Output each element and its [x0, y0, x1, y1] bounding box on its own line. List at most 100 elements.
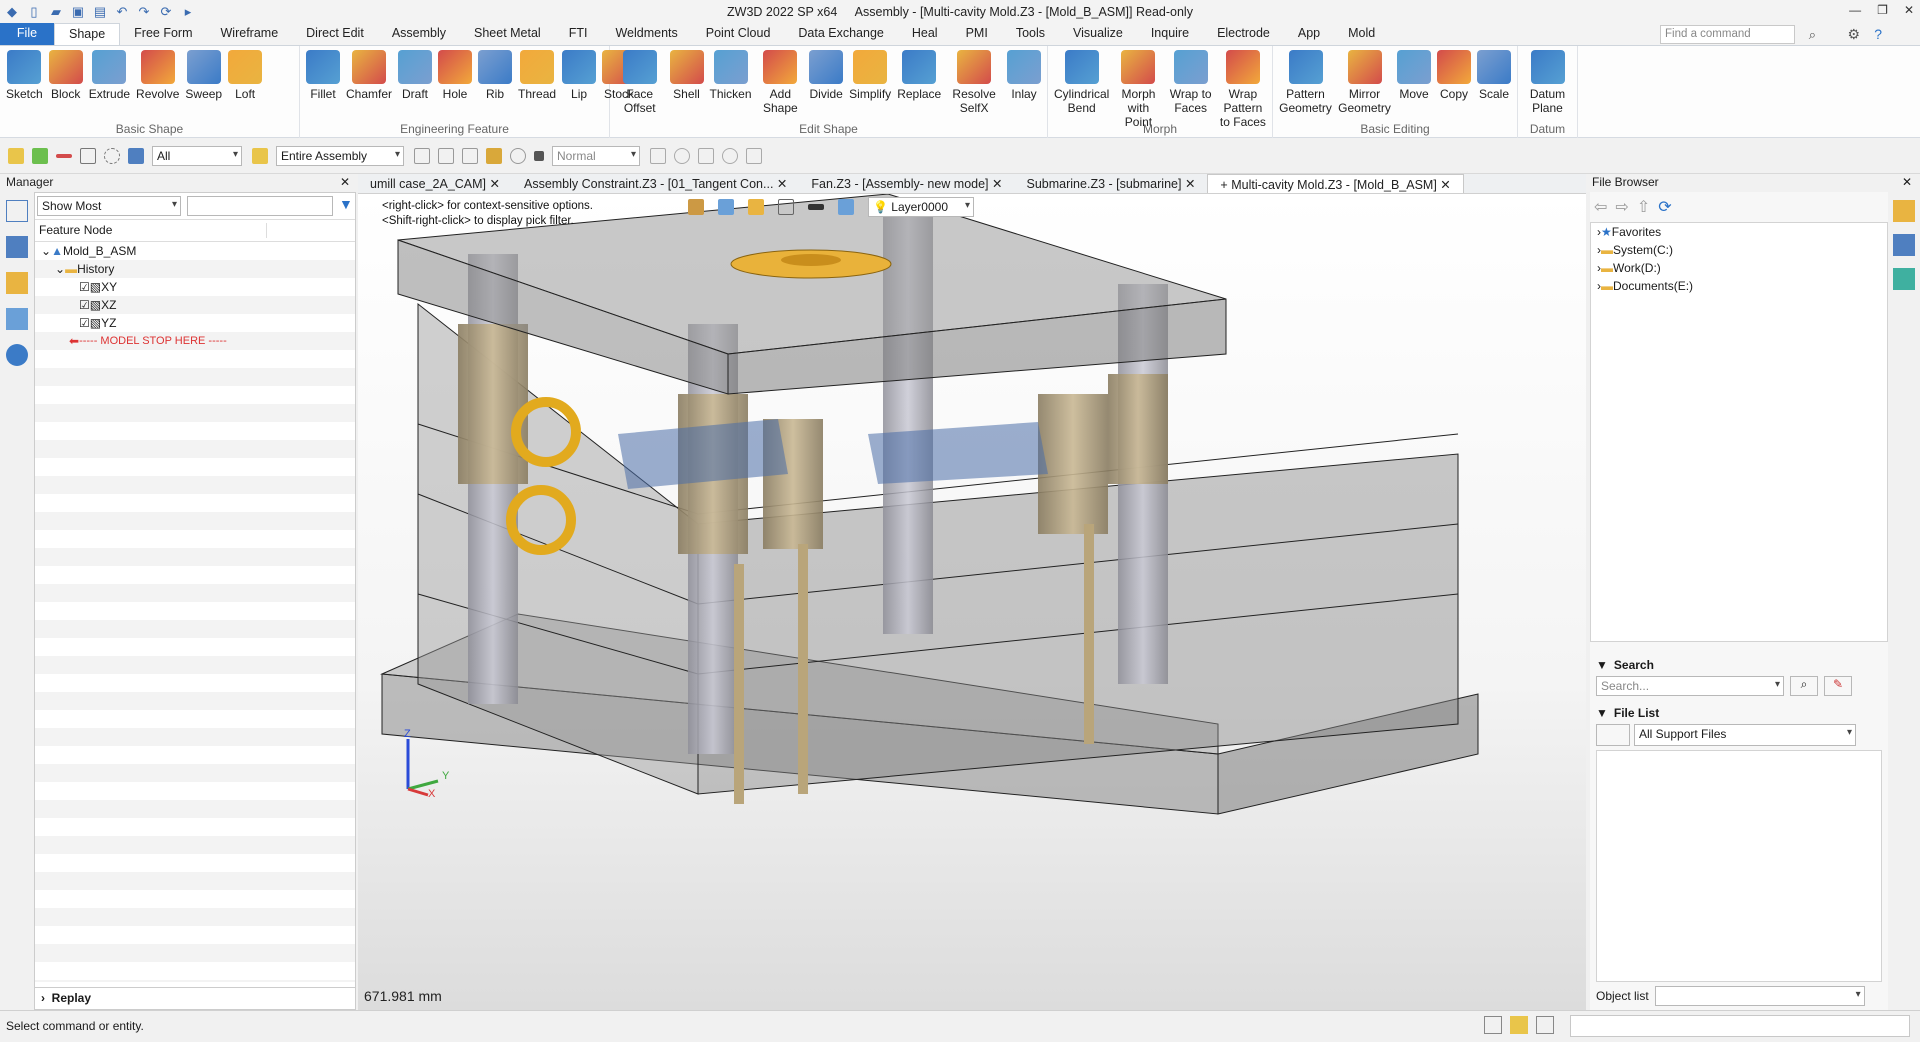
menu-data-exchange[interactable]: Data Exchange	[784, 23, 897, 45]
document-tab[interactable]: Fan.Z3 - [Assembly- new mode] ✕	[799, 174, 1014, 193]
menu-wireframe[interactable]: Wireframe	[207, 23, 293, 45]
menu-inquire[interactable]: Inquire	[1137, 23, 1203, 45]
document-tab[interactable]: Submarine.Z3 - [submarine] ✕	[1015, 174, 1208, 193]
checkbox[interactable]: ☑	[79, 296, 90, 314]
search-go-icon[interactable]: ⌕	[1790, 676, 1818, 696]
menu-direct-edit[interactable]: Direct Edit	[292, 23, 378, 45]
background-icon[interactable]	[838, 199, 854, 215]
tab-close-icon[interactable]: ✕	[1440, 178, 1450, 192]
layout-icon[interactable]	[1484, 1016, 1502, 1034]
checkbox[interactable]: ☑	[79, 314, 90, 332]
open-file-icon[interactable]: ▰	[48, 4, 64, 20]
search-section[interactable]: ▼ Search	[1590, 654, 1888, 676]
3d-viewport[interactable]: <right-click> for context-sensitive opti…	[358, 194, 1586, 1010]
tree-node[interactable]: ☑ ▧ XZ	[35, 296, 355, 314]
menu-electrode[interactable]: Electrode	[1203, 23, 1284, 45]
search-icon[interactable]: ⌕	[1809, 27, 1816, 43]
view-cube-icon[interactable]	[718, 199, 734, 215]
rotate-icon[interactable]: ⟳	[158, 4, 174, 20]
menu-file[interactable]: File	[0, 23, 54, 45]
tab-close-icon[interactable]: ✕	[777, 177, 787, 191]
collapse-icon[interactable]: ⌄	[55, 260, 65, 278]
play-icon[interactable]: ▸	[180, 4, 196, 20]
part-icon[interactable]	[6, 272, 28, 294]
scope-select[interactable]: Entire Assembly	[276, 145, 404, 166]
render-mode-select[interactable]: Normal	[552, 145, 640, 166]
layer-select[interactable]: 💡 Layer0000	[868, 197, 974, 217]
menu-visualize[interactable]: Visualize	[1059, 23, 1137, 45]
tab-close-icon[interactable]: ✕	[1185, 177, 1195, 191]
menu-mold[interactable]: Mold	[1334, 23, 1389, 45]
shading-icon[interactable]	[748, 199, 764, 215]
menu-sheet-metal[interactable]: Sheet Metal	[460, 23, 555, 45]
show-filter-select[interactable]: Show Most	[37, 196, 181, 216]
menu-app[interactable]: App	[1284, 23, 1334, 45]
tree-node[interactable]: ⌄ ▲ Mold_B_ASM	[35, 242, 355, 260]
tree-node[interactable]: ☑ ▧ YZ	[35, 314, 355, 332]
measure-icon[interactable]	[650, 147, 666, 164]
redo-icon[interactable]: ↷	[136, 4, 152, 20]
save-icon[interactable]: ▣	[70, 4, 86, 20]
forward-icon[interactable]: ⇨	[1615, 197, 1628, 217]
minimize-icon[interactable]: —	[1849, 3, 1861, 17]
document-tab[interactable]: + Multi-cavity Mold.Z3 - [Mold_B_ASM] ✕	[1207, 174, 1464, 193]
remove-icon[interactable]	[56, 153, 72, 158]
clear-search-icon[interactable]: ✎	[1824, 676, 1852, 696]
assembly-tree-icon[interactable]	[6, 236, 28, 258]
image-icon[interactable]	[6, 308, 28, 330]
snap-icon[interactable]	[510, 147, 526, 164]
circle-icon[interactable]	[674, 147, 690, 164]
document-tab[interactable]: umill case_2A_CAM] ✕	[358, 174, 512, 193]
status-input[interactable]	[1570, 1015, 1910, 1037]
view-mode-icon[interactable]	[1596, 724, 1630, 746]
replay-bar[interactable]: › Replay	[35, 987, 355, 1009]
mold-assembly-model[interactable]	[358, 194, 1586, 1010]
help-icon[interactable]: ?	[1874, 26, 1882, 42]
menu-heal[interactable]: Heal	[898, 23, 952, 45]
box-select-icon[interactable]	[80, 147, 96, 164]
line-icon[interactable]	[698, 147, 714, 164]
lasso-icon[interactable]	[104, 147, 120, 164]
file-browser-item[interactable]: › ▬ Documents(E:)	[1591, 277, 1887, 295]
library-icon[interactable]	[1893, 234, 1915, 256]
file-list-section[interactable]: ▼ File List	[1590, 702, 1888, 724]
tab-close-icon[interactable]: ✕	[490, 177, 500, 191]
up-icon[interactable]: ⇧	[1637, 197, 1650, 217]
pick-filter-select[interactable]: All	[152, 145, 242, 166]
settings-icon[interactable]: ⚙	[1847, 26, 1860, 43]
file-list[interactable]	[1596, 750, 1882, 982]
tree-node[interactable]: ☑ ▧ XY	[35, 278, 355, 296]
display-icon[interactable]	[1510, 1016, 1528, 1034]
command-search-input[interactable]: Find a command	[1660, 25, 1795, 44]
align-left-icon[interactable]	[414, 147, 430, 164]
menu-shape[interactable]: Shape	[54, 23, 121, 45]
manager-close-icon[interactable]: ✕	[340, 175, 350, 189]
filter-funnel-icon[interactable]: ▼	[339, 196, 353, 216]
line-style-icon[interactable]	[808, 204, 824, 210]
folder-panel-icon[interactable]	[1893, 200, 1915, 222]
print-icon[interactable]: ▤	[92, 4, 108, 20]
feature-tree-icon[interactable]	[6, 200, 28, 222]
file-type-select[interactable]: All Support Files	[1634, 724, 1856, 746]
panel-icon[interactable]	[1536, 1016, 1554, 1034]
menu-tools[interactable]: Tools	[1002, 23, 1059, 45]
add-icon[interactable]	[32, 147, 48, 164]
file-browser-close-icon[interactable]: ✕	[1902, 175, 1912, 189]
folder-icon[interactable]	[486, 147, 502, 164]
view-history-icon[interactable]	[688, 199, 704, 215]
object-list-select[interactable]	[1654, 986, 1865, 1006]
tab-close-icon[interactable]: ✕	[992, 177, 1002, 191]
new-file-icon[interactable]: ▯	[26, 4, 42, 20]
document-tab[interactable]: Assembly Constraint.Z3 - [01_Tangent Con…	[512, 174, 799, 193]
tree-node[interactable]: ⌄ ▬ History	[35, 260, 355, 278]
menu-point-cloud[interactable]: Point Cloud	[692, 23, 785, 45]
back-icon[interactable]: ⇦	[1594, 197, 1607, 217]
filter-icon[interactable]	[128, 147, 144, 164]
menu-free-form[interactable]: Free Form	[120, 23, 206, 45]
file-browser-item[interactable]: › ★ Favorites	[1591, 223, 1887, 241]
collapse-icon[interactable]: ⌄	[41, 242, 51, 260]
refresh-icon[interactable]: ⟳	[1658, 197, 1671, 217]
file-browser-item[interactable]: › ▬ System(C:)	[1591, 241, 1887, 259]
checkbox[interactable]: ☑	[79, 278, 90, 296]
menu-weldments[interactable]: Weldments	[601, 23, 691, 45]
